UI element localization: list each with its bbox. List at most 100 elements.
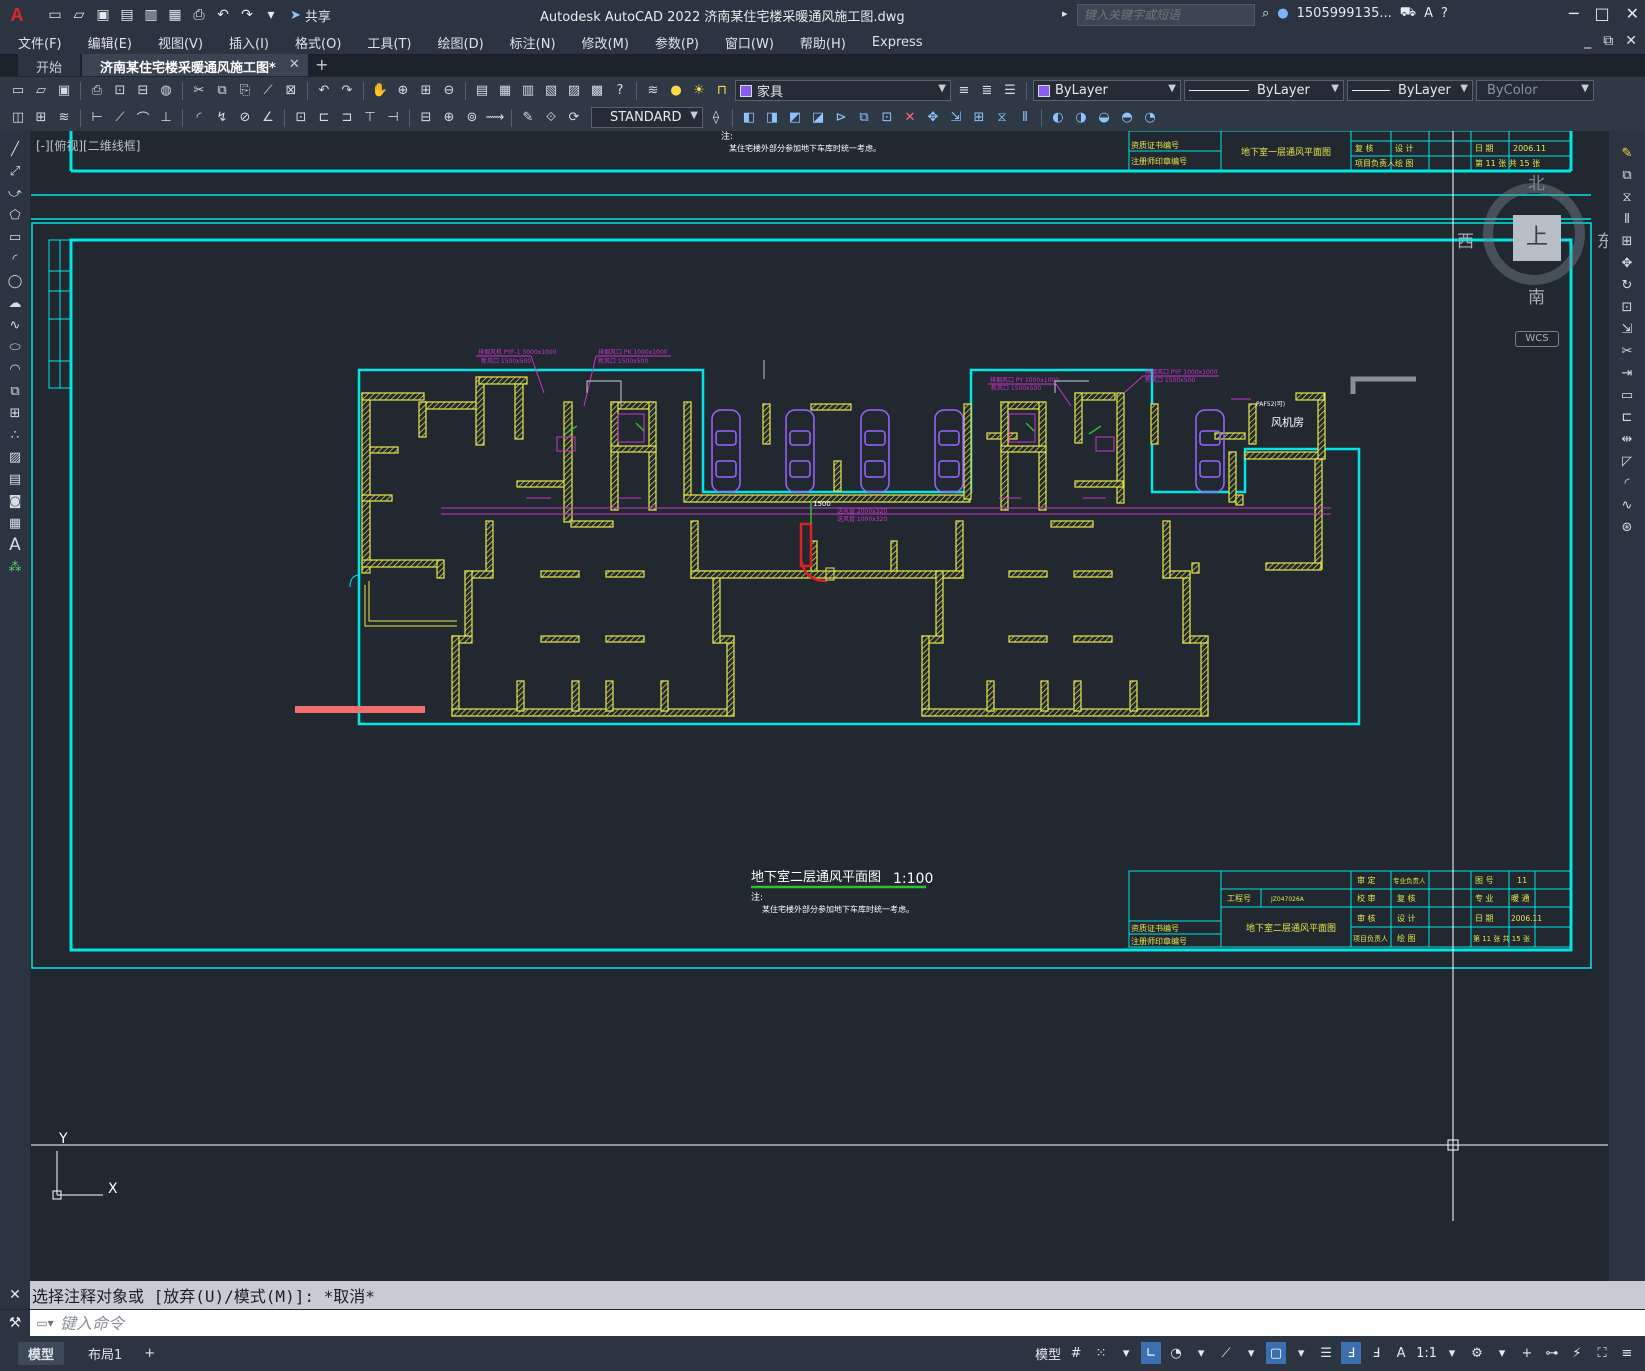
join-icon[interactable]: ⇹	[1616, 429, 1638, 449]
doc-close-icon[interactable]: ✕	[1625, 33, 1637, 49]
scale-icon[interactable]: ⊡	[877, 108, 897, 128]
hatch-icon[interactable]: ▨	[4, 447, 26, 467]
lineweight-icon[interactable]: ☰	[1316, 1342, 1336, 1364]
add-layout-button[interactable]: +	[134, 1344, 165, 1363]
new-file-icon[interactable]: ▭	[44, 4, 66, 26]
close-icon[interactable]: ✕	[0, 1281, 30, 1309]
grid-icon[interactable]: #	[1066, 1342, 1086, 1364]
mirror-icon[interactable]: ⧖	[992, 108, 1012, 128]
menu-express[interactable]: Express	[872, 35, 923, 50]
section-icon[interactable]: ◔	[1140, 108, 1160, 128]
trim-icon[interactable]: ✂	[1616, 341, 1638, 361]
new-icon[interactable]: ▭	[8, 81, 28, 101]
chevron-down-icon[interactable]: ▾	[1492, 1342, 1512, 1364]
mirror-icon[interactable]: ⧖	[1616, 187, 1638, 207]
scale-icon[interactable]: ⊡	[1616, 297, 1638, 317]
linetype-dropdown[interactable]: ByLayer ▼	[1184, 80, 1344, 101]
jogged-dim-icon[interactable]: ↯	[212, 108, 232, 128]
construction-line-icon[interactable]: ⤢	[4, 161, 26, 181]
help-icon[interactable]: ?	[610, 81, 630, 101]
delete-icon[interactable]: ✕	[900, 108, 920, 128]
menu-file[interactable]: 文件(F)	[18, 33, 62, 52]
block-icon[interactable]: ⊞	[31, 108, 51, 128]
linear-dim-icon[interactable]: ⊢	[87, 108, 107, 128]
dim-break-icon[interactable]: ⊣	[383, 108, 403, 128]
tool-palettes-icon[interactable]: ▥	[518, 81, 538, 101]
gradient-icon[interactable]: ▤	[4, 469, 26, 489]
open-file-icon[interactable]: ▱	[68, 4, 90, 26]
continue-dim-icon[interactable]: ⊐	[337, 108, 357, 128]
viewcube[interactable]: 上 北 西 东 南 WCS	[1457, 173, 1608, 347]
view-right-icon[interactable]: ◪	[808, 108, 828, 128]
dim-edit-icon[interactable]: ✎	[518, 108, 538, 128]
calculator-icon[interactable]: ▩	[587, 81, 607, 101]
dim-space-icon[interactable]: ⊤	[360, 108, 380, 128]
fillet-icon[interactable]: ◜	[1616, 473, 1638, 493]
tab-model[interactable]: 模型	[18, 1342, 65, 1365]
drawing-svg[interactable]: 地下室一层通风平面图 注: 某住宅楼外部分参加地下车库时统一考虑。 资质证书编号…	[31, 131, 1608, 1281]
tab-drawing[interactable]: 济南某住宅楼采暖通风施工图* ✕	[82, 54, 308, 76]
zoom-realtime-icon[interactable]: ⊕	[393, 81, 413, 101]
plot-icon[interactable]: ⎙	[188, 4, 210, 26]
command-input[interactable]	[60, 1313, 1260, 1333]
gear-icon[interactable]: ⚙	[1467, 1342, 1487, 1364]
annotation-scale-icon[interactable]: A	[1391, 1342, 1411, 1364]
extend-icon[interactable]: ⇥	[1616, 363, 1638, 383]
intersect-icon[interactable]: ◒	[1094, 108, 1114, 128]
3d-print-icon[interactable]: ◍	[156, 81, 176, 101]
new-tab-button[interactable]: +	[310, 54, 334, 76]
save-icon[interactable]: ▣	[54, 81, 74, 101]
help-icon[interactable]: ?	[1441, 6, 1448, 21]
tab-layout1[interactable]: 布局1	[78, 1342, 132, 1365]
close-button[interactable]: ✕	[1626, 4, 1639, 23]
open-icon[interactable]: ▱	[31, 81, 51, 101]
clean-screen-icon[interactable]: ⛶	[1592, 1342, 1612, 1364]
add-selected-icon[interactable]: ⁂	[4, 557, 26, 577]
spline-icon[interactable]: ∿	[4, 315, 26, 335]
array-icon[interactable]: ⊞	[1616, 231, 1638, 251]
make-current-icon[interactable]: ≡	[954, 81, 974, 101]
pan-icon[interactable]: ✋	[370, 81, 390, 101]
chevron-down-icon[interactable]: ▾	[1116, 1342, 1136, 1364]
point-icon[interactable]: ∴	[4, 425, 26, 445]
block-editor-icon[interactable]: ⊠	[281, 81, 301, 101]
break-at-point-icon[interactable]: ▭	[1616, 385, 1638, 405]
menu-format[interactable]: 格式(O)	[295, 33, 341, 52]
layer-properties-icon[interactable]: ≋	[643, 81, 663, 101]
ortho-icon[interactable]: ∟	[1141, 1342, 1162, 1364]
object-snap-icon[interactable]: ▢	[1266, 1342, 1287, 1364]
quick-dim-icon[interactable]: ⊡	[291, 108, 311, 128]
menu-edit[interactable]: 编辑(E)	[88, 33, 132, 52]
annotation-visibility-icon[interactable]: Ⅎ	[1341, 1342, 1362, 1364]
markup-icon[interactable]: ▨	[564, 81, 584, 101]
polygon-icon[interactable]: ⬠	[4, 205, 26, 225]
compass-south[interactable]: 南	[1528, 283, 1545, 308]
layer-state-icon[interactable]: ☰	[1000, 81, 1020, 101]
open-web-icon[interactable]: ▥	[140, 4, 162, 26]
ellipse-icon[interactable]: ⬭	[4, 337, 26, 357]
center-mark-icon[interactable]: ⊕	[439, 108, 459, 128]
search-expand-icon[interactable]: ▸	[1062, 7, 1068, 20]
menu-insert[interactable]: 插入(I)	[229, 33, 269, 52]
blend-curves-icon[interactable]: ∿	[1616, 495, 1638, 515]
layer-walk-icon[interactable]: ≋	[54, 108, 74, 128]
undo-icon[interactable]: ↶	[212, 4, 234, 26]
paste-icon[interactable]: ⎘	[235, 81, 255, 101]
revision-cloud-icon[interactable]: ☁	[4, 293, 26, 313]
tab-start[interactable]: 开始	[18, 54, 81, 76]
command-prompt-icon[interactable]: ▭▾	[30, 1316, 60, 1330]
view-front-icon[interactable]: ◧	[739, 108, 759, 128]
angular-dim-icon[interactable]: ∠	[258, 108, 278, 128]
region-icon[interactable]: ◙	[4, 491, 26, 511]
layer-freeze-icon[interactable]: ☀	[689, 81, 709, 101]
offset-icon[interactable]: ⫴	[1015, 108, 1035, 128]
plotstyle-dropdown[interactable]: ByColor ▼	[1476, 80, 1594, 101]
draw-order-icon[interactable]: ◫	[8, 108, 28, 128]
isolate-objects-icon[interactable]: ⊶	[1542, 1342, 1562, 1364]
rotate-icon[interactable]: ↻	[1616, 275, 1638, 295]
save-icon[interactable]: ▣	[92, 4, 114, 26]
copy-icon[interactable]: ⧉	[1616, 165, 1638, 185]
drawing-canvas[interactable]: 地下室一层通风平面图 注: 某住宅楼外部分参加地下车库时统一考虑。 资质证书编号…	[31, 131, 1608, 1281]
dim-text-edit-icon[interactable]: ⟐	[541, 108, 561, 128]
stretch-icon[interactable]: ⇲	[1616, 319, 1638, 339]
